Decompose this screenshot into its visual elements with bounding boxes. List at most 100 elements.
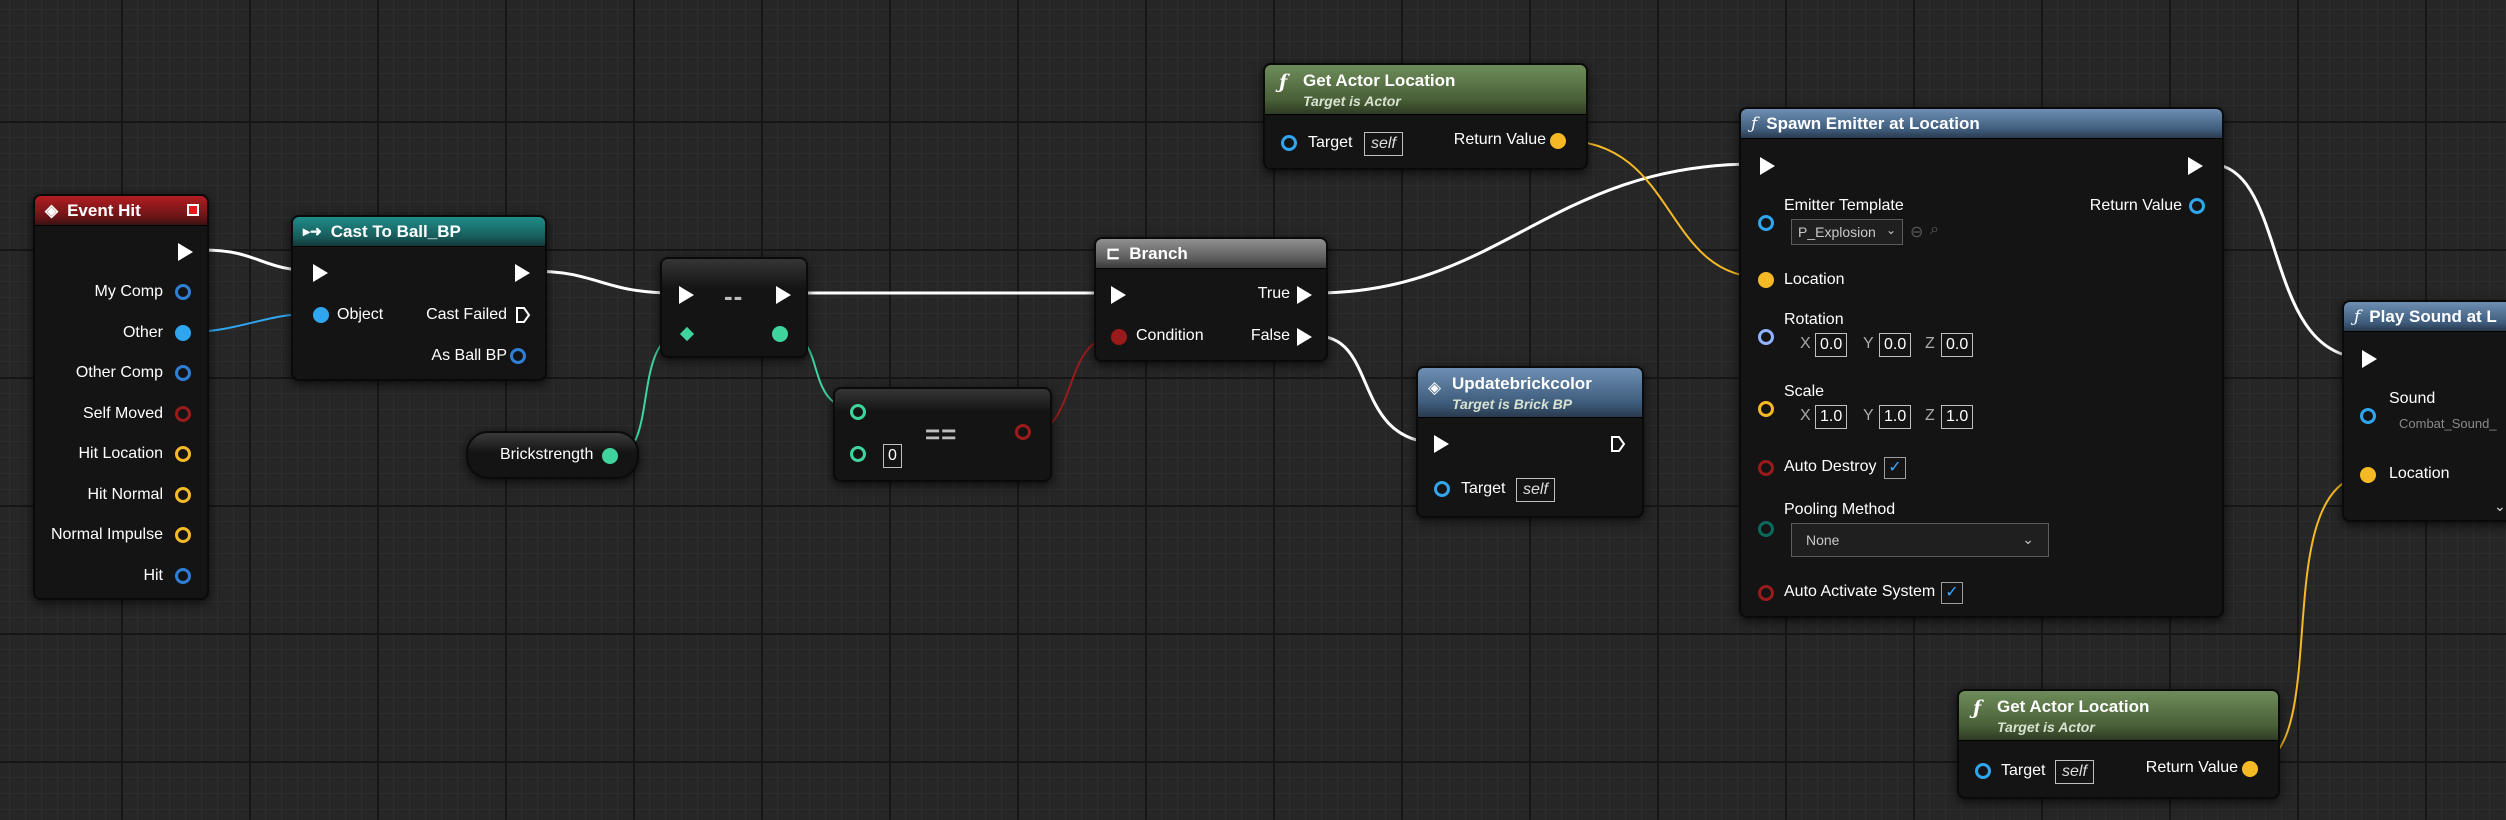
auto-activate-checkbox[interactable]: ✓ bbox=[1941, 582, 1963, 604]
updatebrickcolor-subtitle: Target is Brick BP bbox=[1452, 395, 1573, 412]
as-ball-bp-pin[interactable] bbox=[510, 348, 526, 364]
spawn-emitter-title: Spawn Emitter at Location bbox=[1766, 113, 1980, 133]
decrement-exec-out-pin[interactable] bbox=[776, 286, 791, 304]
get-actor-location-node-2[interactable]: ƒ Get Actor Location Target is Actor Tar… bbox=[1957, 689, 2280, 799]
other-comp-pin[interactable] bbox=[175, 365, 191, 381]
equals-b-pin[interactable] bbox=[850, 446, 866, 462]
other-pin[interactable] bbox=[175, 325, 191, 341]
my-comp-pin[interactable] bbox=[175, 284, 191, 300]
cast-object-label: Object bbox=[337, 306, 384, 323]
spawn-emitter-node[interactable]: ƒ Spawn Emitter at Location Emitter Temp… bbox=[1739, 107, 2224, 618]
equals-b-value[interactable]: 0 bbox=[883, 444, 902, 468]
use-selected-asset-icon[interactable]: ⊖ bbox=[1910, 222, 1923, 242]
branch-false-pin[interactable] bbox=[1297, 328, 1312, 346]
hit-location-pin[interactable] bbox=[175, 446, 191, 462]
rotation-pin[interactable] bbox=[1758, 329, 1774, 345]
spawn-return-pin[interactable] bbox=[2189, 198, 2205, 214]
get-actor-location-subtitle-1: Target is Actor bbox=[1303, 92, 1401, 109]
play-sound-location-pin[interactable] bbox=[2360, 467, 2376, 483]
play-sound-exec-in-pin[interactable] bbox=[2362, 350, 2377, 368]
auto-destroy-checkbox[interactable]: ✓ bbox=[1884, 457, 1906, 479]
function-icon: ƒ bbox=[1973, 697, 1982, 719]
branch-node[interactable]: ⊏ Branch True Condition False bbox=[1094, 237, 1328, 362]
gal1-target-value[interactable]: self bbox=[1364, 132, 1403, 156]
cast-arrows-icon: ▸➜ bbox=[303, 223, 322, 239]
sound-pin[interactable] bbox=[2360, 408, 2376, 424]
gal2-target-value[interactable]: self bbox=[2055, 760, 2094, 784]
equals-a-pin[interactable] bbox=[850, 404, 866, 420]
pooling-method-pin[interactable] bbox=[1758, 521, 1774, 537]
rotation-z-value[interactable]: 0.0 bbox=[1941, 333, 1974, 357]
scale-y-axis: Y bbox=[1863, 407, 1874, 424]
emitter-template-pin[interactable] bbox=[1758, 215, 1774, 231]
branch-true-pin[interactable] bbox=[1297, 286, 1312, 304]
decrement-operator: -- bbox=[724, 281, 744, 311]
scale-z-value[interactable]: 1.0 bbox=[1941, 405, 1974, 429]
pooling-method-dropdown[interactable]: None ⌄ bbox=[1791, 523, 2049, 557]
branch-condition-pin[interactable] bbox=[1111, 329, 1127, 345]
branch-condition-label: Condition bbox=[1136, 327, 1204, 344]
spawn-exec-out-pin[interactable] bbox=[2188, 157, 2203, 175]
browse-asset-icon[interactable]: ⌕ bbox=[1930, 221, 1939, 239]
scale-x-value[interactable]: 1.0 bbox=[1815, 405, 1848, 429]
auto-destroy-pin[interactable] bbox=[1758, 460, 1774, 476]
scale-pin[interactable] bbox=[1758, 401, 1774, 417]
play-sound-node[interactable]: ƒ Play Sound at L Sound Combat_Sound_ Lo… bbox=[2342, 300, 2506, 522]
gal1-target-pin[interactable] bbox=[1281, 135, 1297, 151]
cast-exec-out-pin[interactable] bbox=[515, 264, 530, 282]
rotation-x-value[interactable]: 0.0 bbox=[1815, 333, 1848, 357]
updatebrickcolor-header: ◈ Updatebrickcolor Target is Brick BP bbox=[1418, 368, 1642, 418]
update-target-value[interactable]: self bbox=[1516, 478, 1555, 502]
update-exec-in-pin[interactable] bbox=[1434, 435, 1449, 453]
auto-activate-pin[interactable] bbox=[1758, 585, 1774, 601]
vector-wire-location-to-spawn bbox=[1558, 139, 1767, 279]
emitter-template-dropdown[interactable]: P_Explosion ⌄ bbox=[1791, 219, 1903, 245]
brickstrength-out-pin[interactable] bbox=[602, 448, 618, 464]
self-moved-pin[interactable] bbox=[175, 406, 191, 422]
get-actor-location-subtitle-2: Target is Actor bbox=[1997, 718, 2095, 735]
function-icon: ƒ bbox=[1279, 71, 1288, 93]
equals-node[interactable]: 0 == bbox=[833, 387, 1052, 482]
gal1-return-pin[interactable] bbox=[1550, 133, 1566, 149]
cast-header: ▸➜ Cast To Ball_BP bbox=[293, 217, 545, 247]
cast-object-pin[interactable] bbox=[313, 307, 329, 323]
chevron-down-icon[interactable]: ⌄ bbox=[2494, 498, 2506, 515]
spawn-exec-in-pin[interactable] bbox=[1760, 157, 1775, 175]
brickstrength-getter-node[interactable]: Brickstrength bbox=[466, 431, 639, 479]
decrement-exec-in-pin[interactable] bbox=[679, 286, 694, 304]
updatebrickcolor-title: Updatebrickcolor bbox=[1452, 373, 1592, 393]
equals-result-pin[interactable] bbox=[1015, 424, 1031, 440]
update-exec-out-pin[interactable] bbox=[1610, 435, 1626, 453]
get-actor-location-header-2: ƒ Get Actor Location Target is Actor bbox=[1959, 691, 2278, 741]
updatebrickcolor-node[interactable]: ◈ Updatebrickcolor Target is Brick BP Ta… bbox=[1416, 366, 1644, 518]
update-target-label: Target bbox=[1461, 480, 1506, 497]
gal2-return-pin[interactable] bbox=[2242, 761, 2258, 777]
pin-label-self-moved: Self Moved bbox=[82, 405, 163, 422]
scale-y-value[interactable]: 1.0 bbox=[1879, 405, 1912, 429]
cast-failed-exec-pin[interactable] bbox=[515, 306, 531, 324]
function-icon: ƒ bbox=[2354, 306, 2361, 327]
event-hit-node[interactable]: ◈ Event Hit My Comp Other Other Comp Sel… bbox=[33, 194, 209, 600]
sound-value: Combat_Sound_ bbox=[2399, 416, 2497, 431]
rotation-y-axis: Y bbox=[1863, 335, 1874, 352]
event-hit-exec-out-pin[interactable] bbox=[178, 243, 193, 261]
branch-exec-in-pin[interactable] bbox=[1111, 286, 1126, 304]
cast-to-ball-node[interactable]: ▸➜ Cast To Ball_BP Object Cast Failed As… bbox=[291, 215, 547, 381]
normal-impulse-pin[interactable] bbox=[175, 527, 191, 543]
gal2-target-pin[interactable] bbox=[1975, 763, 1991, 779]
pin-label-hit: Hit bbox=[143, 567, 163, 584]
decrement-node[interactable]: -- bbox=[660, 257, 808, 358]
hit-normal-pin[interactable] bbox=[175, 487, 191, 503]
spawn-location-pin[interactable] bbox=[1758, 272, 1774, 288]
decrement-int-out-pin[interactable] bbox=[772, 326, 788, 342]
gal2-target-label: Target bbox=[2001, 762, 2046, 779]
cast-exec-in-pin[interactable] bbox=[313, 264, 328, 282]
get-actor-location-node-1[interactable]: ƒ Get Actor Location Target is Actor Tar… bbox=[1263, 63, 1588, 170]
update-target-pin[interactable] bbox=[1434, 481, 1450, 497]
pin-label-normal-impulse: Normal Impulse bbox=[50, 526, 163, 543]
spawn-emitter-header: ƒ Spawn Emitter at Location bbox=[1741, 109, 2222, 139]
gal1-target-label: Target bbox=[1308, 134, 1353, 151]
hit-pin[interactable] bbox=[175, 568, 191, 584]
decrement-int-in-pin[interactable] bbox=[679, 326, 695, 342]
rotation-y-value[interactable]: 0.0 bbox=[1879, 333, 1912, 357]
